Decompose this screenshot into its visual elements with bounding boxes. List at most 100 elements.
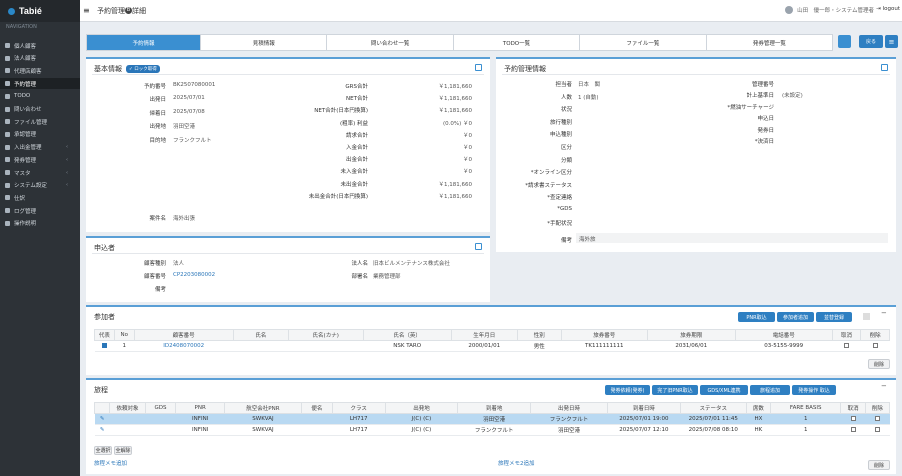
lock-label: ロック取得 [134, 67, 157, 72]
sidebar-item-14[interactable]: 操作説明 [0, 218, 80, 229]
cancel-checkbox[interactable] [850, 416, 856, 421]
customer-number-link[interactable]: CP2203080002 [173, 272, 215, 278]
user-menu[interactable]: 山田 優一郎・システム管理者 [785, 6, 874, 14]
participant-action-button-2[interactable]: 並替登録 [816, 312, 852, 322]
menu-toggle-icon[interactable]: ≡ [83, 6, 95, 15]
column-header [93, 402, 111, 414]
sidebar-item-label: システム設定 [14, 183, 47, 190]
tab-0[interactable]: 予約情報 [87, 35, 201, 50]
column-header: 席数 [745, 402, 772, 414]
edit-icon[interactable] [475, 243, 482, 250]
add-itinerary-memo2-link[interactable]: 旅程メモ2追加 [498, 459, 535, 467]
sidebar-item-label: ファイル管理 [14, 119, 48, 126]
table-row[interactable]: ✎ INFINI SWKVAJ LH717 J(C) (C) 羽田空港 フランクフルト 202… [94, 413, 890, 425]
itinerary-action-button-0[interactable]: 発券依頼(発券) [605, 385, 650, 395]
column-header: 出発日時 [529, 402, 609, 414]
nav-heading: NAVIGATION [6, 24, 37, 30]
table-cell: 男性 [517, 340, 562, 352]
delete-checkbox[interactable] [874, 416, 880, 421]
itinerary-action-button-2[interactable]: GDS/XML連携 [700, 385, 748, 395]
sidebar-item-5[interactable]: 問い合わせ [0, 104, 80, 115]
menu-button[interactable]: ≡ [885, 35, 898, 48]
participant-delete-button[interactable]: 削除 [868, 359, 890, 369]
tab-4[interactable]: ファイル一覧 [580, 35, 707, 50]
edit-icon[interactable]: ✎ [100, 416, 105, 422]
sidebar-item-4[interactable]: TODO [0, 91, 80, 102]
collapse-icon[interactable]: − [881, 382, 887, 390]
approval-icon [5, 131, 10, 137]
field-label: 備考 [154, 287, 166, 293]
field-label: *燃油サーチャージ [727, 104, 774, 111]
itinerary-delete-button[interactable]: 削除 [868, 460, 890, 470]
grid-icon[interactable] [863, 313, 870, 320]
logout-link[interactable]: ⇥ logout [876, 6, 900, 12]
amount-label: NET合計 [346, 96, 368, 103]
table-cell [865, 413, 890, 425]
itinerary-action-button-1[interactable]: 完了旧PNR取込 [652, 385, 698, 395]
chevron-icon: ‹ [66, 144, 68, 151]
page-title-badge: B [125, 7, 132, 14]
field-label: 発券日 [757, 127, 774, 134]
edit-icon[interactable]: ✎ [100, 427, 105, 433]
sidebar-item-label: 個人顧客 [14, 43, 37, 50]
tab-3[interactable]: TODO一覧 [454, 35, 581, 50]
sidebar-item-6[interactable]: ファイル管理 [0, 116, 80, 127]
sidebar-item-2[interactable]: 代理店顧客 [0, 65, 80, 76]
sidebar-item-13[interactable]: ログ管理 [0, 205, 80, 216]
itinerary-action-button-4[interactable]: 発券操作 取込 [792, 385, 836, 395]
collapse-icon[interactable]: − [881, 309, 887, 317]
sidebar-item-7[interactable]: 承認管理 [0, 129, 80, 140]
participant-action-button-0[interactable]: PNR取込 [738, 312, 775, 322]
field-label: 旅行種別 [549, 119, 572, 126]
table-row[interactable]: 1 ID2408070002 NSK TARO 2000/01/01 男性 TK11111… [94, 340, 890, 352]
customer-number-link[interactable]: ID2408070002 [163, 343, 204, 349]
tab-1[interactable]: 見積情報 [201, 35, 328, 50]
sidebar-item-3[interactable]: 予約管理 [0, 78, 80, 90]
table-cell: 2025/07/01 19:00 [607, 413, 681, 425]
amount-value: ￥0 [463, 157, 472, 164]
sidebar-item-label: 問い合わせ [14, 107, 42, 113]
select-all-button[interactable]: 全選択 [94, 446, 112, 455]
amount-label: 未出金合計(日本円換算) [308, 193, 368, 200]
edit-icon[interactable] [881, 64, 888, 71]
amount-value: (0.0%) ￥0 [442, 120, 472, 127]
edit-icon[interactable] [475, 64, 482, 71]
field-label: 顧客番号 [143, 274, 166, 280]
logo-icon [8, 7, 15, 15]
cancel-checkbox[interactable] [850, 427, 856, 432]
delete-checkbox[interactable] [874, 427, 880, 432]
table-row[interactable]: ✎ INFINI SWKVAJ LH717 J(C) (C) フランクフルト 羽田空港 202… [94, 424, 890, 436]
sidebar-item-8[interactable]: 入出金管理 ‹ [0, 142, 80, 153]
delete-checkbox[interactable] [872, 343, 878, 348]
cell-text: SWKVAJ [252, 427, 274, 433]
itinerary-action-button-3[interactable]: 旅程追加 [750, 385, 790, 395]
field-label: 顧客種別 [143, 261, 166, 267]
sidebar-item-10[interactable]: マスタ ‹ [0, 167, 80, 178]
list-icon: ≡ [888, 37, 895, 46]
participant-action-button-1[interactable]: 参加者追加 [777, 312, 814, 322]
tab-2[interactable]: 問い合わせ一覧 [327, 35, 454, 50]
sidebar-item-9[interactable]: 発券管理 ‹ [0, 154, 80, 165]
sidebar-item-11[interactable]: システム設定 ‹ [0, 180, 80, 191]
column-header: 旅券番号 [560, 329, 648, 341]
app-logo[interactable]: Tabié [0, 0, 80, 22]
sidebar-item-12[interactable]: 仕訳 [0, 192, 80, 203]
representative-checkbox[interactable] [101, 343, 107, 348]
lock-badge[interactable]: ✓ ロック取得 [126, 65, 160, 73]
back-button[interactable]: 戻る [859, 35, 883, 48]
field-value: 2025/07/08 [173, 108, 205, 115]
cell-text: フランクフルト [474, 428, 514, 434]
table-cell [233, 340, 289, 352]
deselect-all-button[interactable]: 全解除 [114, 446, 132, 455]
table-cell: 1 [114, 340, 135, 352]
table-cell: HK [746, 424, 771, 436]
field-label: 人数 [560, 94, 572, 101]
folder-button[interactable] [838, 35, 851, 48]
add-itinerary-memo-link[interactable]: 旅程メモ追加 [94, 459, 127, 467]
tab-5[interactable]: 発券管理一覧 [707, 35, 832, 50]
cancel-checkbox[interactable] [843, 343, 849, 348]
cell-text: NSK TARO [393, 343, 422, 349]
table-cell: 羽田空港 [457, 413, 531, 425]
sidebar-item-0[interactable]: 個人顧客 [0, 40, 80, 51]
sidebar-item-1[interactable]: 法人顧客 [0, 53, 80, 64]
